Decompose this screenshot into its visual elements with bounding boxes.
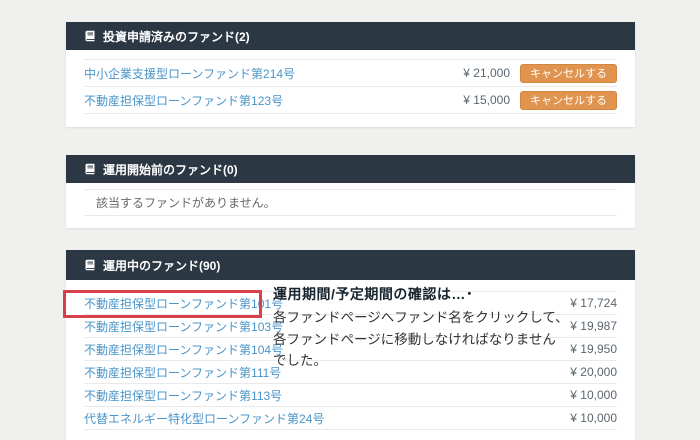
- section-title: 運用中のファンド(90): [103, 258, 221, 273]
- annotation-line: でした。: [273, 353, 327, 368]
- fund-amount: ¥ 15,000: [463, 93, 510, 107]
- annotation-title: 運用期間/予定期間の確認は…･: [273, 286, 474, 302]
- annotation-line: 各ファンドページへファンド名をクリックして、: [273, 310, 569, 325]
- section-header-operating: 運用中のファンド(90): [66, 250, 635, 280]
- annotation-note: 運用期間/予定期間の確認は…･ 各ファンドページへファンド名をクリックして、 各…: [273, 284, 573, 372]
- fund-amount: ¥ 10,000: [570, 388, 617, 402]
- fund-link-123[interactable]: 不動産担保型ローンファンド第123号: [84, 92, 283, 109]
- section-header-applied: 投資申請済みのファンド(2): [66, 22, 635, 50]
- section-title: 運用開始前のファンド(0): [103, 162, 238, 177]
- fund-row: 中小企業支援型ローンファンド第214号 ¥ 21,000 キャンセルする: [84, 60, 617, 87]
- section-body-pre-operation: 該当するファンドがありません。: [66, 183, 635, 228]
- fund-amount: ¥ 20,000: [570, 365, 617, 379]
- fund-link-103[interactable]: 不動産担保型ローンファンド第103号: [84, 318, 283, 335]
- cancel-button[interactable]: キャンセルする: [520, 63, 617, 83]
- fund-amount: ¥ 19,950: [570, 342, 617, 356]
- section-body-applied: 中小企業支援型ローンファンド第214号 ¥ 21,000 キャンセルする 不動産…: [66, 50, 635, 127]
- section-title: 投資申請済みのファンド(2): [103, 29, 250, 44]
- fund-link-113[interactable]: 不動産担保型ローンファンド第113号: [84, 387, 282, 404]
- cancel-button[interactable]: キャンセルする: [520, 90, 617, 110]
- fund-link-101[interactable]: 不動産担保型ローンファンド第101号: [84, 295, 283, 312]
- fund-row: 不動産担保型ローンファンド第113号 ¥ 10,000: [84, 384, 617, 407]
- fund-amount: ¥ 17,724: [570, 296, 617, 310]
- fund-amount: ¥ 10,000: [570, 411, 617, 425]
- fund-link-104[interactable]: 不動産担保型ローンファンド第104号: [84, 341, 283, 358]
- section-applied-funds: 投資申請済みのファンド(2) 中小企業支援型ローンファンド第214号 ¥ 21,…: [66, 22, 635, 127]
- section-pre-operation-funds: 運用開始前のファンド(0) 該当するファンドがありません。: [66, 155, 635, 228]
- book-icon: [84, 163, 96, 175]
- fund-row: 不動産担保型ローンファンド第123号 ¥ 15,000 キャンセルする: [84, 87, 617, 114]
- annotation-line: 各ファンドページに移動しなければなりません: [273, 331, 556, 347]
- fund-amount: ¥ 19,987: [570, 319, 617, 333]
- fund-link-24[interactable]: 代替エネルギー特化型ローンファンド第24号: [84, 410, 324, 427]
- fund-row: 代替エネルギー特化型ローンファンド第24号 ¥ 10,000: [84, 407, 617, 430]
- my-funds-page: 投資申請済みのファンド(2) 中小企業支援型ローンファンド第214号 ¥ 21,…: [0, 0, 700, 440]
- fund-amount: ¥ 21,000: [463, 66, 510, 80]
- book-icon: [84, 30, 96, 42]
- fund-link-214[interactable]: 中小企業支援型ローンファンド第214号: [84, 65, 295, 82]
- empty-state-message: 該当するファンドがありません。: [84, 189, 617, 216]
- fund-link-111[interactable]: 不動産担保型ローンファンド第111号: [84, 364, 281, 381]
- section-header-pre-operation: 運用開始前のファンド(0): [66, 155, 635, 183]
- book-icon: [84, 259, 96, 271]
